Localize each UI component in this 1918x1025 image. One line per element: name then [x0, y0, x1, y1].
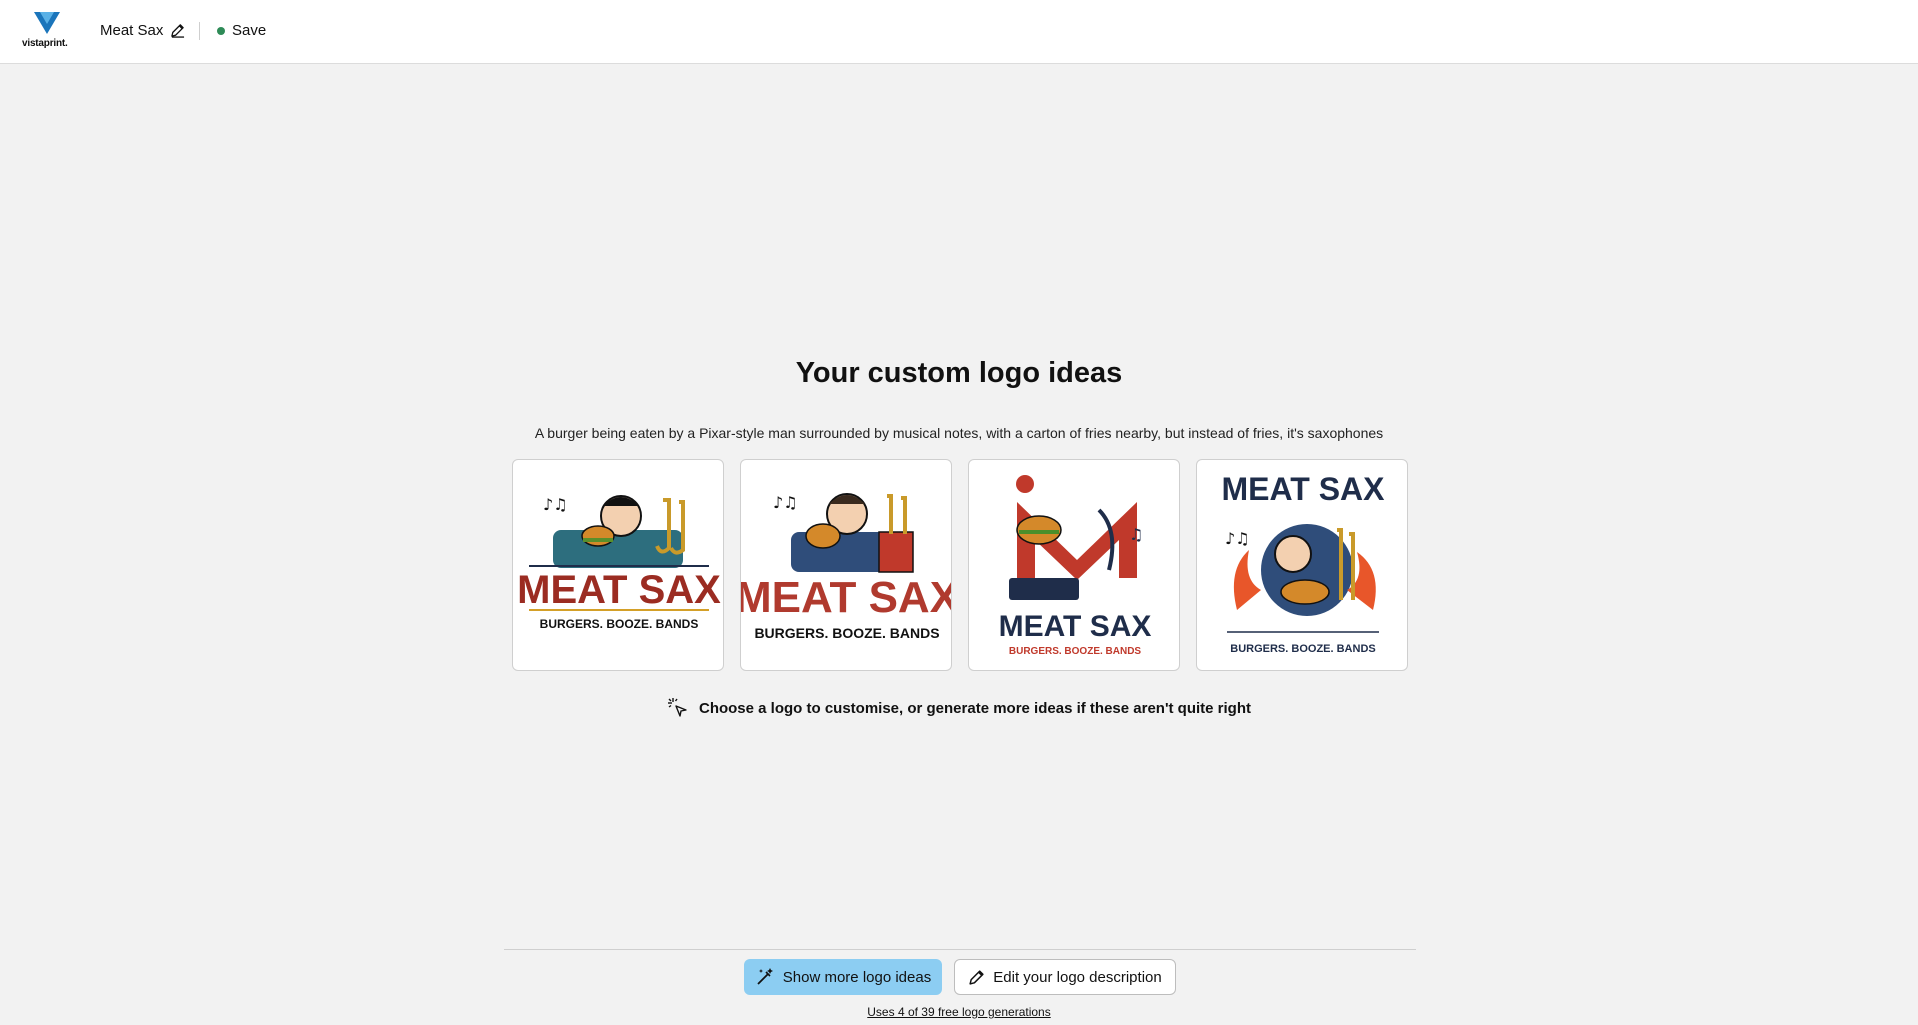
top-bar: vistaprint. Meat Sax Save	[0, 0, 1918, 64]
logo-tagline: BURGERS. BOOZE. BANDS	[754, 625, 939, 641]
logo-illustration: ♪♫ MEAT SAX BURGERS. BOOZE. BANDS	[517, 495, 721, 631]
logo-headline: MEAT SAX	[999, 610, 1152, 643]
footer-divider	[504, 949, 1416, 950]
save-label: Save	[232, 22, 267, 39]
logo-illustration: ♪♫ MEAT SAX BURGERS. BOOZE. BANDS	[741, 493, 952, 641]
logo-headline: MEAT SAX	[517, 568, 721, 612]
pencil-icon	[969, 969, 984, 985]
logo-illustration: ♫ MEAT SAX BURGERS. BOOZE. BANDS	[999, 475, 1152, 657]
logo-option-card-1[interactable]: ♪♫ MEAT SAX BURGERS. BOOZE. BANDS	[512, 459, 724, 671]
logo-illustration: MEAT SAX ♪♫ BURGERS. BOOZE. BANDS	[1222, 471, 1386, 655]
logo-tagline: BURGERS. BOOZE. BANDS	[1009, 646, 1142, 657]
logo-tagline: BURGERS. BOOZE. BANDS	[540, 617, 699, 631]
page-title: Your custom logo ideas	[795, 357, 1123, 389]
pencil-icon[interactable]	[170, 23, 185, 38]
logo-tagline: BURGERS. BOOZE. BANDS	[1230, 643, 1375, 655]
sparkle-cursor-icon	[667, 698, 687, 717]
logo-headline: MEAT SAX	[1222, 471, 1386, 507]
logo-option-card-3[interactable]: ♫ MEAT SAX BURGERS. BOOZE. BANDS	[968, 459, 1180, 671]
project-name: Meat Sax	[100, 22, 164, 39]
logo-option-card-4[interactable]: MEAT SAX ♪♫ BURGERS. BOOZE. BANDS	[1196, 459, 1408, 671]
logo-headline: MEAT SAX	[741, 573, 952, 622]
svg-text:♪♫: ♪♫	[543, 495, 568, 514]
show-more-label: Show more logo ideas	[782, 968, 932, 986]
logo-options-grid: ♪♫ MEAT SAX BURGERS. BOOZE. BANDS ♪♫ MEA…	[512, 459, 1408, 671]
logo-description: A burger being eaten by a Pixar-style ma…	[534, 425, 1384, 441]
vistaprint-logo[interactable]: vistaprint.	[22, 12, 74, 52]
save-button[interactable]: Save	[217, 22, 266, 39]
header-divider	[199, 22, 200, 40]
project-name-editor[interactable]: Meat Sax	[100, 22, 185, 39]
vistaprint-logo-icon	[34, 12, 60, 34]
svg-text:♪♫: ♪♫	[773, 493, 798, 512]
edit-description-label: Edit your logo description	[993, 968, 1162, 986]
svg-text:♫: ♫	[1129, 525, 1143, 544]
hint-text: Choose a logo to customise, or generate …	[698, 699, 1251, 717]
brand-wordmark: vistaprint.	[22, 38, 68, 49]
edit-logo-description-button[interactable]: Edit your logo description	[954, 959, 1176, 995]
selection-hint: Choose a logo to customise, or generate …	[0, 697, 1918, 719]
show-more-logo-ideas-button[interactable]: Show more logo ideas	[744, 959, 942, 995]
svg-text:♪♫: ♪♫	[1225, 529, 1250, 548]
usage-link[interactable]: Uses 4 of 39 free logo generations	[0, 1005, 1918, 1019]
status-dot-icon	[217, 26, 225, 35]
magic-wand-icon	[757, 968, 773, 985]
logo-option-card-2[interactable]: ♪♫ MEAT SAX BURGERS. BOOZE. BANDS	[740, 459, 952, 671]
